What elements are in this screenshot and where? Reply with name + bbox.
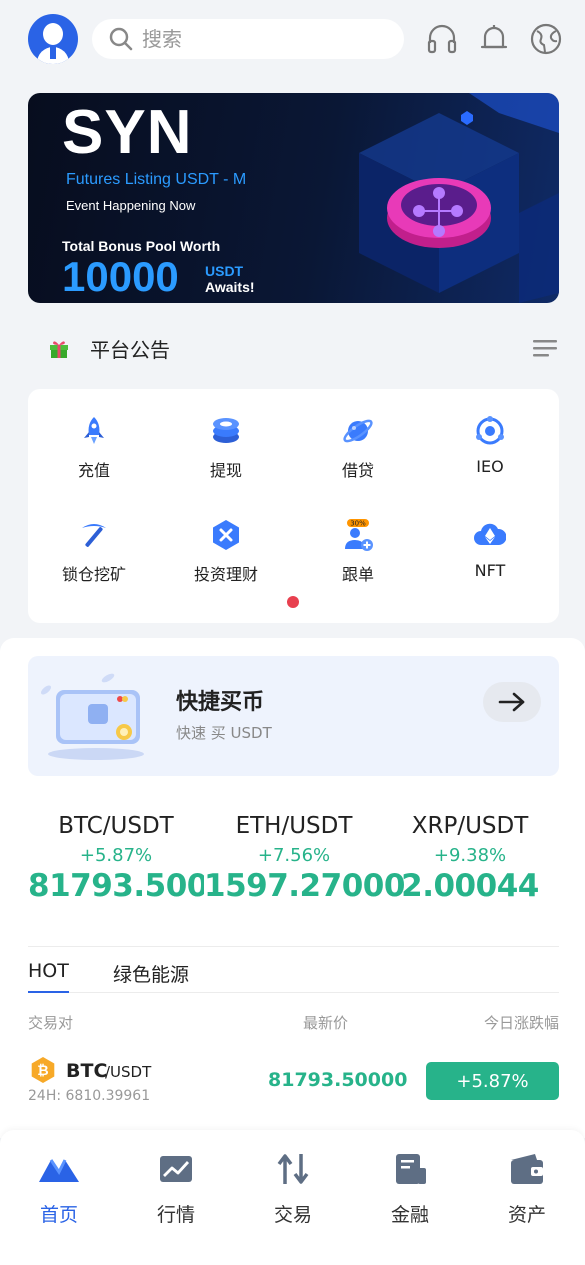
ticker-btc[interactable]: BTC/USDT +5.87% 81793.50000 <box>28 813 204 904</box>
svg-text:30%: 30% <box>350 520 366 528</box>
market-tabs: HOT 绿色能源 <box>28 958 559 993</box>
quick-item-ieo[interactable]: IEO <box>424 415 556 476</box>
header <box>28 14 563 64</box>
announcement-bar[interactable]: 平台公告 <box>48 330 557 366</box>
search-input[interactable] <box>142 27 342 51</box>
arrow-right-icon <box>498 692 525 712</box>
row-quote: /USDT <box>105 1063 152 1081</box>
row-change-badge[interactable]: +5.87% <box>426 1062 559 1100</box>
column-pair: 交易对 <box>28 1014 74 1032</box>
planet-icon <box>343 419 373 443</box>
quick-actions-grid: 充值 提现 借贷 IEO 锁仓挖矿 投资理财 30% 跟单 NFT <box>28 389 559 623</box>
swap-arrows-icon <box>277 1154 309 1184</box>
row-price: 81793.50000 <box>268 1069 408 1091</box>
avatar[interactable] <box>28 14 78 64</box>
nav-assets[interactable]: 资产 <box>477 1152 577 1227</box>
ticker-eth[interactable]: ETH/USDT +7.56% 1597.27000 <box>204 813 405 904</box>
document-icon <box>396 1154 426 1184</box>
search-bar[interactable] <box>92 19 404 59</box>
banner-bonus-unit: USDT <box>205 263 244 279</box>
quick-buy-subtitle: 快速 买 USDT <box>176 724 272 742</box>
pickaxe-icon <box>82 524 106 547</box>
banner-event: Event Happening Now <box>66 198 196 213</box>
quick-item-deposit[interactable]: 充值 <box>28 415 160 481</box>
quick-item-mining[interactable]: 锁仓挖矿 <box>28 519 160 585</box>
column-change: 今日涨跌幅 <box>483 1014 559 1032</box>
banner-bonus-suffix: Awaits! <box>205 279 255 295</box>
quick-buy-title: 快捷买币 <box>176 690 265 715</box>
globe-icon[interactable] <box>529 22 563 56</box>
ticker-strip: BTC/USDT +5.87% 81793.50000 ETH/USDT +7.… <box>0 813 585 923</box>
row-volume: 24H: 6810.39961 <box>28 1088 151 1104</box>
quick-item-loan[interactable]: 借贷 <box>292 415 424 481</box>
bell-icon[interactable] <box>477 22 511 56</box>
menu-lines-icon[interactable] <box>533 337 557 359</box>
nav-trade[interactable]: 交易 <box>243 1152 343 1227</box>
rocket-icon <box>84 417 104 444</box>
table-row[interactable]: ₿ BTC /USDT 24H: 6810.39961 81793.50000 … <box>28 1054 559 1106</box>
ieo-icon <box>476 416 504 445</box>
quick-item-nft[interactable]: NFT <box>424 519 556 580</box>
banner-bonus-label: Total Bonus Pool Worth <box>62 238 221 254</box>
quick-buy-arrow-button[interactable] <box>483 682 541 722</box>
gift-icon <box>50 341 68 358</box>
nav-finance[interactable]: 金融 <box>360 1152 460 1227</box>
pager-dot[interactable] <box>287 596 299 608</box>
row-base: BTC <box>66 1060 108 1082</box>
quick-item-withdraw[interactable]: 提现 <box>160 415 292 481</box>
chart-icon <box>160 1156 192 1182</box>
banner-bonus-amount: 10000 <box>62 253 179 300</box>
nav-home[interactable]: 首页 <box>9 1152 109 1227</box>
nft-cloud-icon <box>474 523 506 545</box>
nav-market[interactable]: 行情 <box>126 1152 226 1227</box>
coin-stack-icon <box>213 418 239 443</box>
headset-icon[interactable] <box>425 22 459 56</box>
tab-green-energy[interactable]: 绿色能源 <box>113 960 189 987</box>
card-illustration <box>41 673 144 760</box>
ticker-xrp[interactable]: XRP/USDT +9.38% 2.00044 <box>385 813 555 904</box>
announcement-title: 平台公告 <box>90 337 170 362</box>
divider <box>28 946 559 947</box>
promo-banner[interactable]: SYN Futures Listing USDT - M Event Happe… <box>28 93 559 303</box>
banner-subtitle: Futures Listing USDT - M <box>66 171 247 188</box>
banner-illustration <box>359 93 559 303</box>
column-price: 最新价 <box>303 1014 349 1032</box>
home-mountain-icon <box>39 1159 79 1182</box>
svg-text:₿: ₿ <box>37 1063 48 1079</box>
invest-icon <box>213 520 239 550</box>
quick-item-copy-trade[interactable]: 30% 跟单 <box>292 519 424 585</box>
bitcoin-icon: ₿ <box>31 1057 55 1083</box>
quick-item-invest[interactable]: 投资理财 <box>160 519 292 585</box>
banner-title: SYN <box>62 98 193 167</box>
search-icon <box>109 27 133 51</box>
bottom-nav: 首页 行情 交易 金融 资产 <box>0 1130 585 1265</box>
copy-trade-icon: 30% <box>345 519 373 551</box>
quick-buy-card[interactable]: 快捷买币 快速 买 USDT <box>28 656 559 776</box>
wallet-icon <box>511 1154 543 1184</box>
main-panel: 快捷买币 快速 买 USDT BTC/USDT +5.87% 81793.500… <box>0 638 585 1138</box>
tab-hot[interactable]: HOT <box>28 960 69 993</box>
